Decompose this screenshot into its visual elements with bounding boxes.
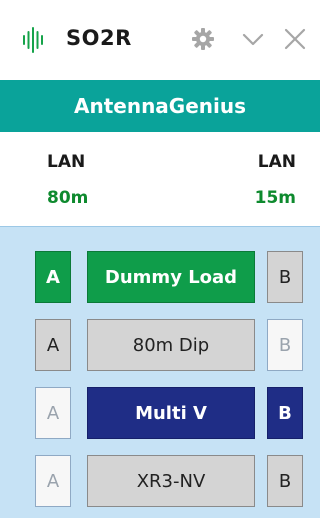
port-b-button[interactable]: B [267,387,303,439]
settings-button[interactable] [188,24,218,54]
antenna-signal-icon [23,27,43,53]
antenna-row-dummy-load: A Dummy Load B [35,251,305,303]
antenna-button-dummy-load[interactable]: Dummy Load [87,251,255,303]
port-b-button[interactable]: B [267,319,303,371]
window-title: SO2R [66,26,132,50]
antenna-button-multi-v[interactable]: Multi V [87,387,255,439]
port-b-button[interactable]: B [267,251,303,303]
gear-icon [192,28,214,50]
radio-info-panel: LAN LAN 80m 15m [0,132,320,226]
antenna-button-xr3-nv[interactable]: XR3-NV [87,455,255,507]
antenna-row-80m-dip: A 80m Dip B [35,319,305,371]
antenna-list: A Dummy Load B A 80m Dip B A Multi V B A… [0,226,320,518]
device-header: AntennaGenius [0,80,320,132]
port-a-button[interactable]: A [35,387,71,439]
antenna-button-80m-dip[interactable]: 80m Dip [87,319,255,371]
collapse-button[interactable] [238,24,268,54]
antenna-row-xr3-nv: A XR3-NV B [35,455,305,507]
antenna-row-multi-v: A Multi V B [35,387,305,439]
port-a-button[interactable]: A [35,319,71,371]
radio-a-source-label: LAN [47,152,86,172]
port-b-button[interactable]: B [267,455,303,507]
radio-a-band-label: 80m [47,188,89,208]
close-icon [284,28,306,50]
antenna-genius-window: SO2R AntennaGenius LAN LAN 80m 15m A Dum… [0,0,320,518]
close-button[interactable] [280,24,310,54]
title-bar: SO2R [0,0,320,80]
chevron-down-icon [242,33,264,46]
radio-b-source-label: LAN [257,152,296,172]
port-a-button[interactable]: A [35,455,71,507]
port-a-button[interactable]: A [35,251,71,303]
radio-b-band-label: 15m [254,188,296,208]
